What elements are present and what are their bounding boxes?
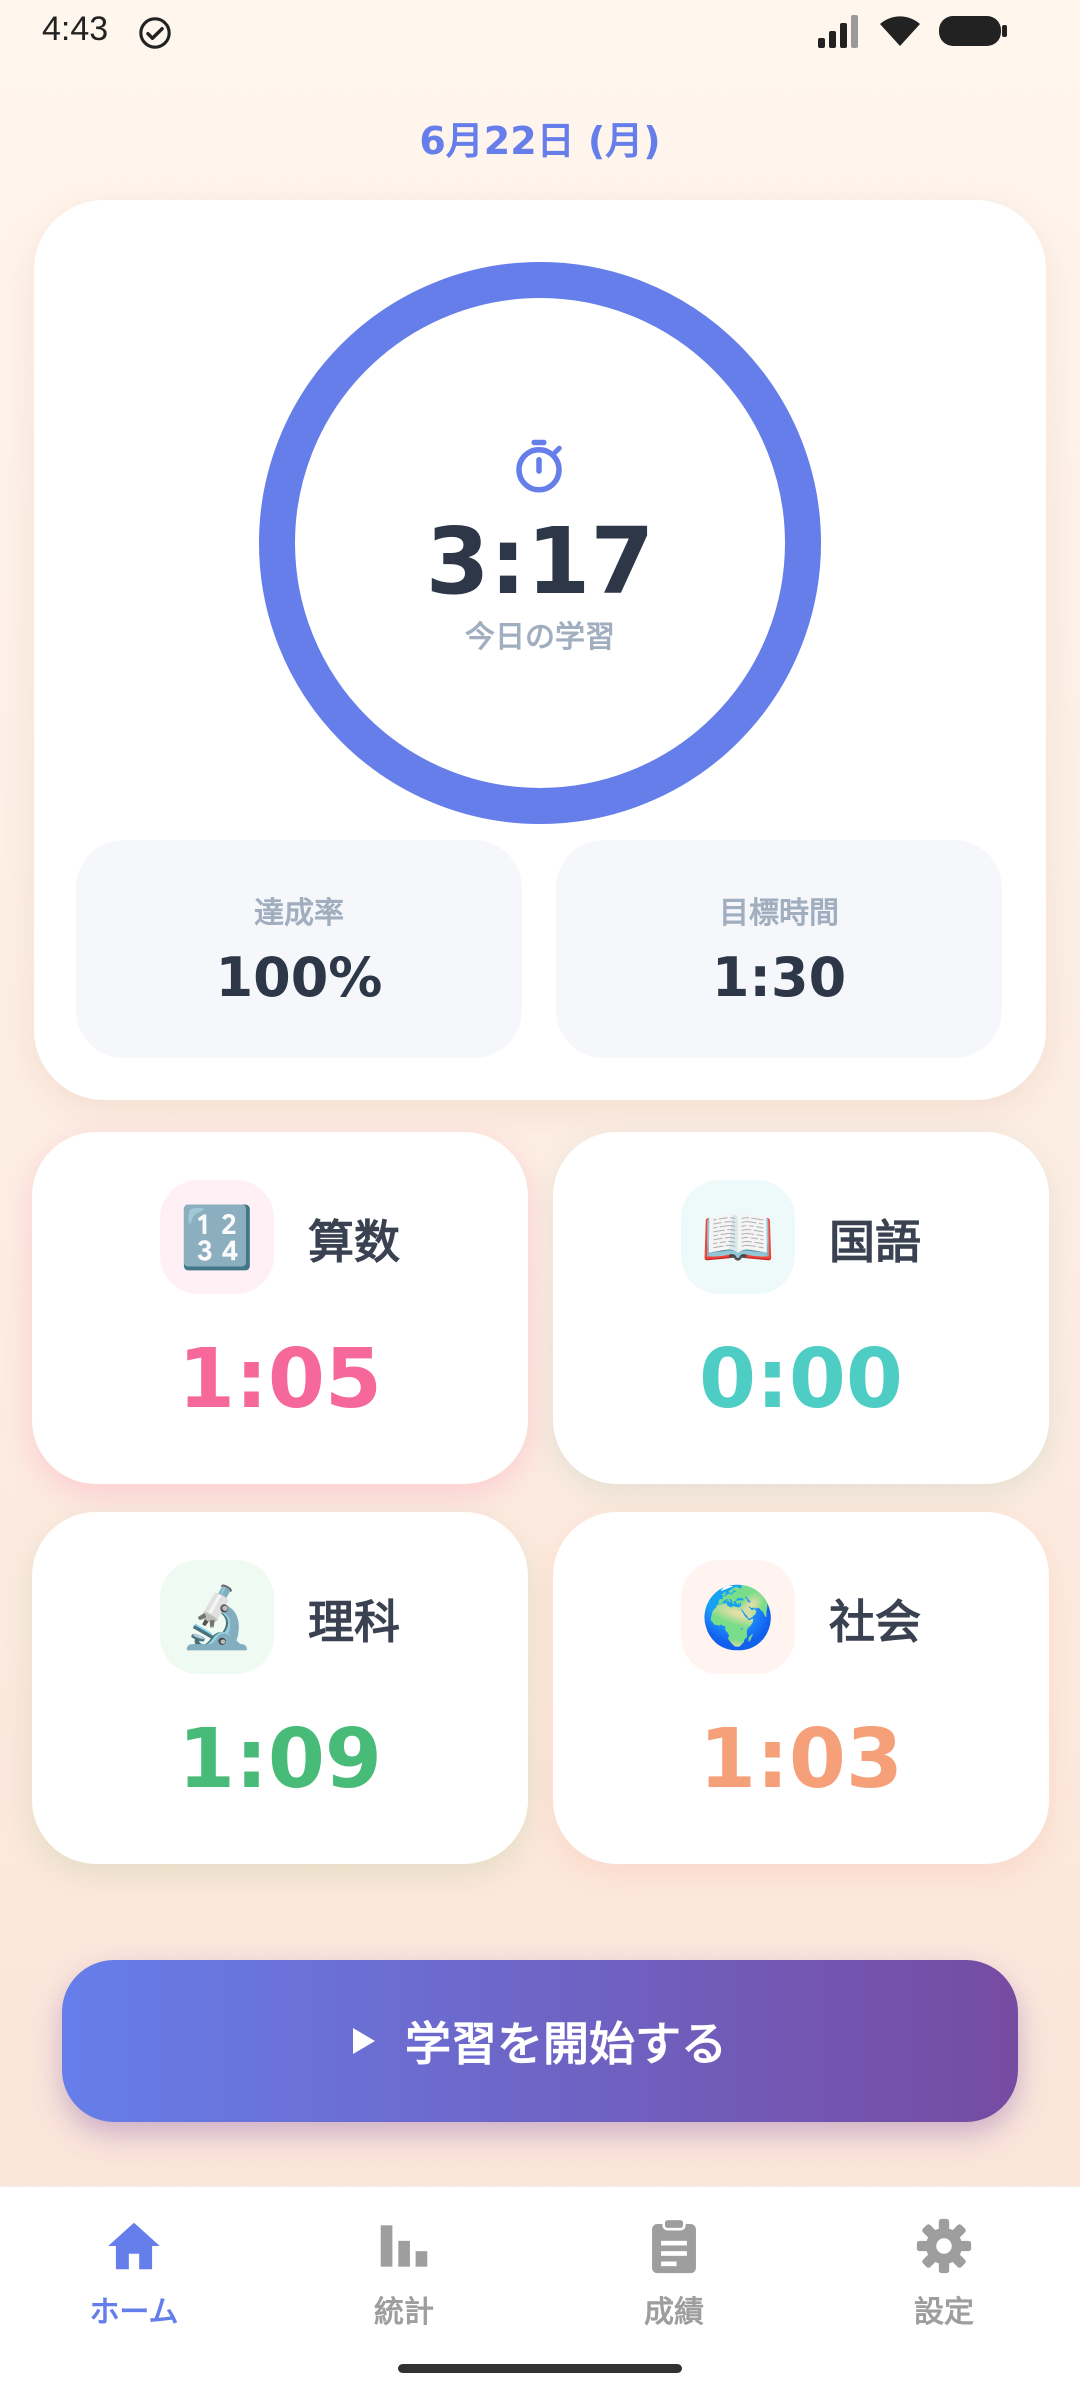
nav-item-stats[interactable]: 統計 bbox=[304, 2215, 504, 2331]
subject-time: 1:03 bbox=[699, 1712, 903, 1807]
signal-icon bbox=[818, 15, 858, 48]
status-time: 4:43 bbox=[42, 10, 109, 48]
goal-time-box: 目標時間 1:30 bbox=[556, 840, 1002, 1058]
subject-time: 1:09 bbox=[178, 1712, 382, 1807]
nav-item-settings[interactable]: 設定 bbox=[844, 2215, 1044, 2331]
home-indicator[interactable] bbox=[398, 2364, 682, 2373]
subject-card-science[interactable]: 🔬 理科 1:09 bbox=[32, 1512, 528, 1864]
subject-name: 社会 bbox=[829, 1595, 921, 1649]
subject-card-math[interactable]: 🔢 算数 1:05 bbox=[32, 1132, 528, 1484]
subject-time: 1:05 bbox=[178, 1332, 382, 1427]
wifi-icon bbox=[880, 16, 920, 46]
subject-card-social[interactable]: 🌍 社会 1:03 bbox=[553, 1512, 1049, 1864]
nav-label: 統計 bbox=[374, 2295, 434, 2330]
nav-label: 設定 bbox=[914, 2295, 974, 2330]
achievement-rate-label: 達成率 bbox=[254, 896, 344, 931]
nav-item-grades[interactable]: 成績 bbox=[574, 2215, 774, 2331]
book-icon: 📖 bbox=[681, 1180, 795, 1294]
subject-card-japanese[interactable]: 📖 国語 0:00 bbox=[553, 1132, 1049, 1484]
play-icon bbox=[353, 2028, 375, 2054]
bar-chart-icon bbox=[380, 2225, 428, 2267]
gear-icon bbox=[916, 2218, 972, 2274]
date-header: 6月22日 (月) bbox=[419, 119, 661, 163]
goal-time-value: 1:30 bbox=[711, 946, 847, 1009]
subject-name: 算数 bbox=[308, 1215, 400, 1269]
subject-name: 国語 bbox=[829, 1215, 921, 1269]
today-summary-card: 3:17 今日の学習 達成率 100% 目標時間 1:30 bbox=[34, 200, 1046, 1100]
globe-icon: 🌍 bbox=[681, 1560, 795, 1674]
nav-label: ホーム bbox=[89, 2295, 179, 2330]
subject-name: 理科 bbox=[308, 1595, 400, 1649]
microscope-icon: 🔬 bbox=[160, 1560, 274, 1674]
numbers-icon: 🔢 bbox=[160, 1180, 274, 1294]
battery-icon bbox=[939, 16, 1007, 46]
achievement-rate-box: 達成率 100% bbox=[76, 840, 522, 1058]
clipboard-icon bbox=[652, 2217, 696, 2274]
check-circle-icon bbox=[139, 17, 171, 49]
subject-time: 0:00 bbox=[699, 1332, 903, 1427]
stopwatch-icon bbox=[516, 439, 562, 493]
achievement-rate-value: 100% bbox=[215, 946, 383, 1009]
today-study-label: 今日の学習 bbox=[465, 620, 615, 655]
nav-item-home[interactable]: ホーム bbox=[34, 2215, 234, 2331]
start-study-label: 学習を開始する bbox=[405, 2017, 727, 2071]
start-study-button[interactable]: 学習を開始する bbox=[62, 1960, 1018, 2122]
goal-time-label: 目標時間 bbox=[719, 896, 839, 931]
status-icons bbox=[816, 14, 1008, 48]
today-study-time: 3:17 bbox=[425, 508, 655, 615]
home-icon bbox=[108, 2222, 160, 2270]
nav-label: 成績 bbox=[644, 2295, 704, 2330]
